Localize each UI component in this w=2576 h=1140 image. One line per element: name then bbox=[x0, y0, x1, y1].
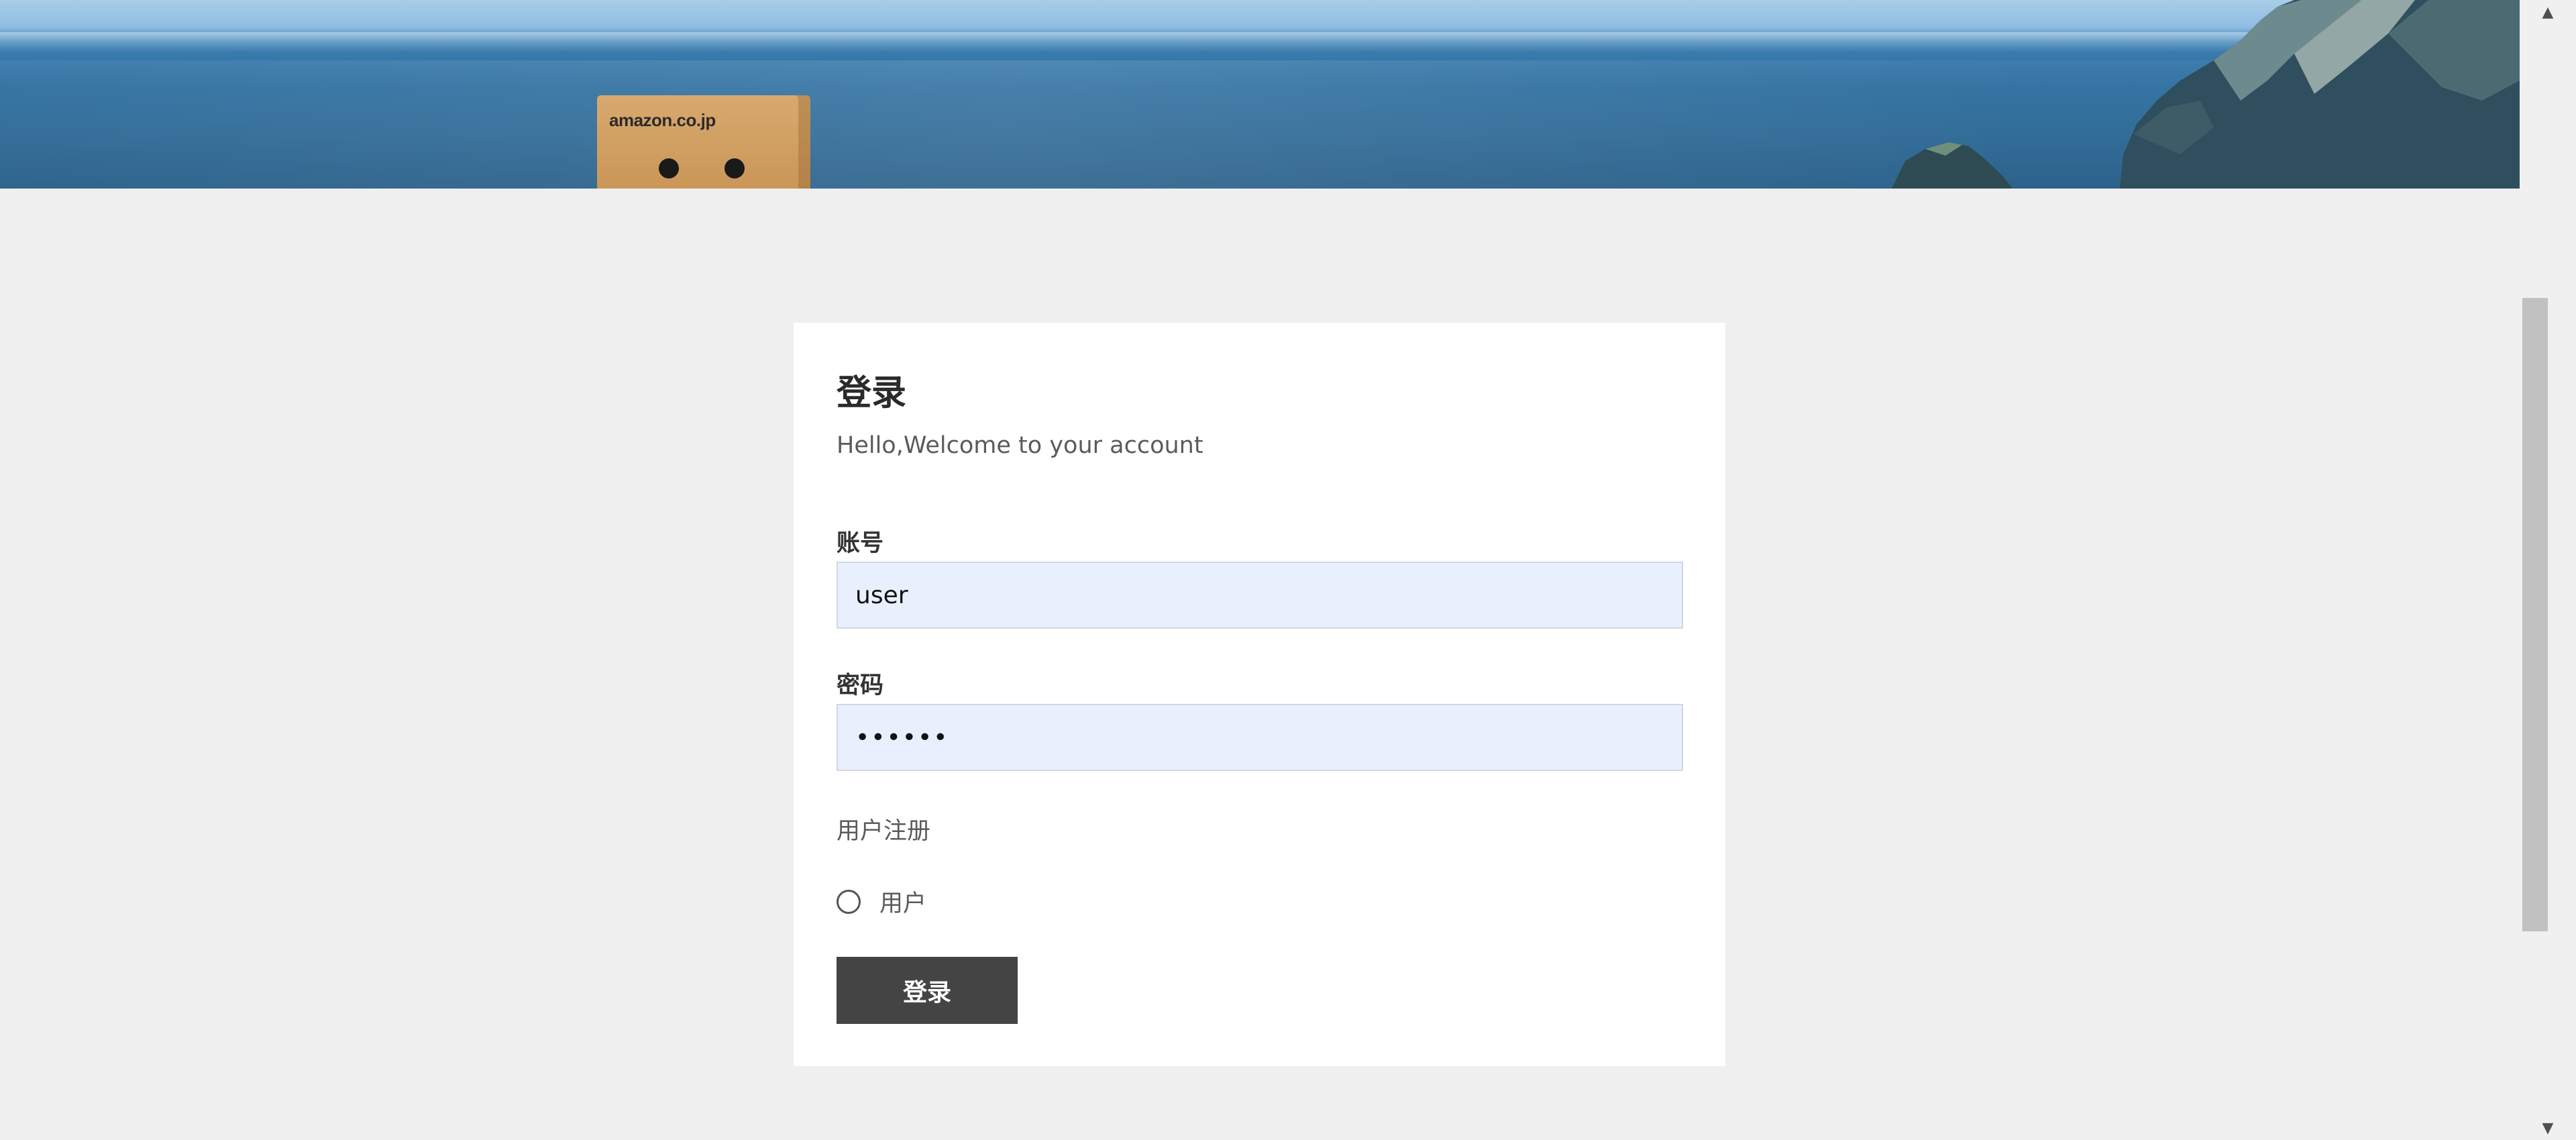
vertical-scrollbar[interactable]: ▲ ▼ bbox=[2520, 0, 2576, 1140]
user-registration-label: 用户注册 bbox=[837, 818, 931, 845]
coastline-illustration bbox=[1892, 0, 2520, 189]
cardboard-box-character: amazon.co.jp bbox=[597, 95, 810, 189]
password-input[interactable] bbox=[837, 704, 1683, 771]
user-role-option[interactable]: 用户 bbox=[837, 884, 926, 919]
login-card: 登录 Hello,Welcome to your account 账号 密码 用… bbox=[794, 323, 1725, 1066]
right-eye bbox=[724, 158, 745, 178]
box-brand-logo: amazon.co.jp bbox=[609, 110, 716, 130]
scroll-thumb[interactable] bbox=[2522, 298, 2548, 931]
hero-banner: amazon.co.jp bbox=[0, 0, 2520, 189]
password-label: 密码 bbox=[837, 672, 884, 699]
user-role-label: 用户 bbox=[879, 890, 927, 917]
account-input[interactable] bbox=[837, 562, 1683, 629]
page-title: 登录 bbox=[837, 373, 907, 413]
scroll-up-icon[interactable]: ▲ bbox=[2520, 0, 2576, 24]
welcome-subtitle: Hello,Welcome to your account bbox=[837, 432, 1203, 459]
login-button[interactable]: 登录 bbox=[837, 957, 1018, 1024]
left-eye bbox=[659, 158, 679, 178]
account-label: 账号 bbox=[837, 530, 884, 557]
user-role-radio[interactable] bbox=[837, 889, 861, 914]
scroll-down-icon[interactable]: ▼ bbox=[2520, 1116, 2576, 1140]
